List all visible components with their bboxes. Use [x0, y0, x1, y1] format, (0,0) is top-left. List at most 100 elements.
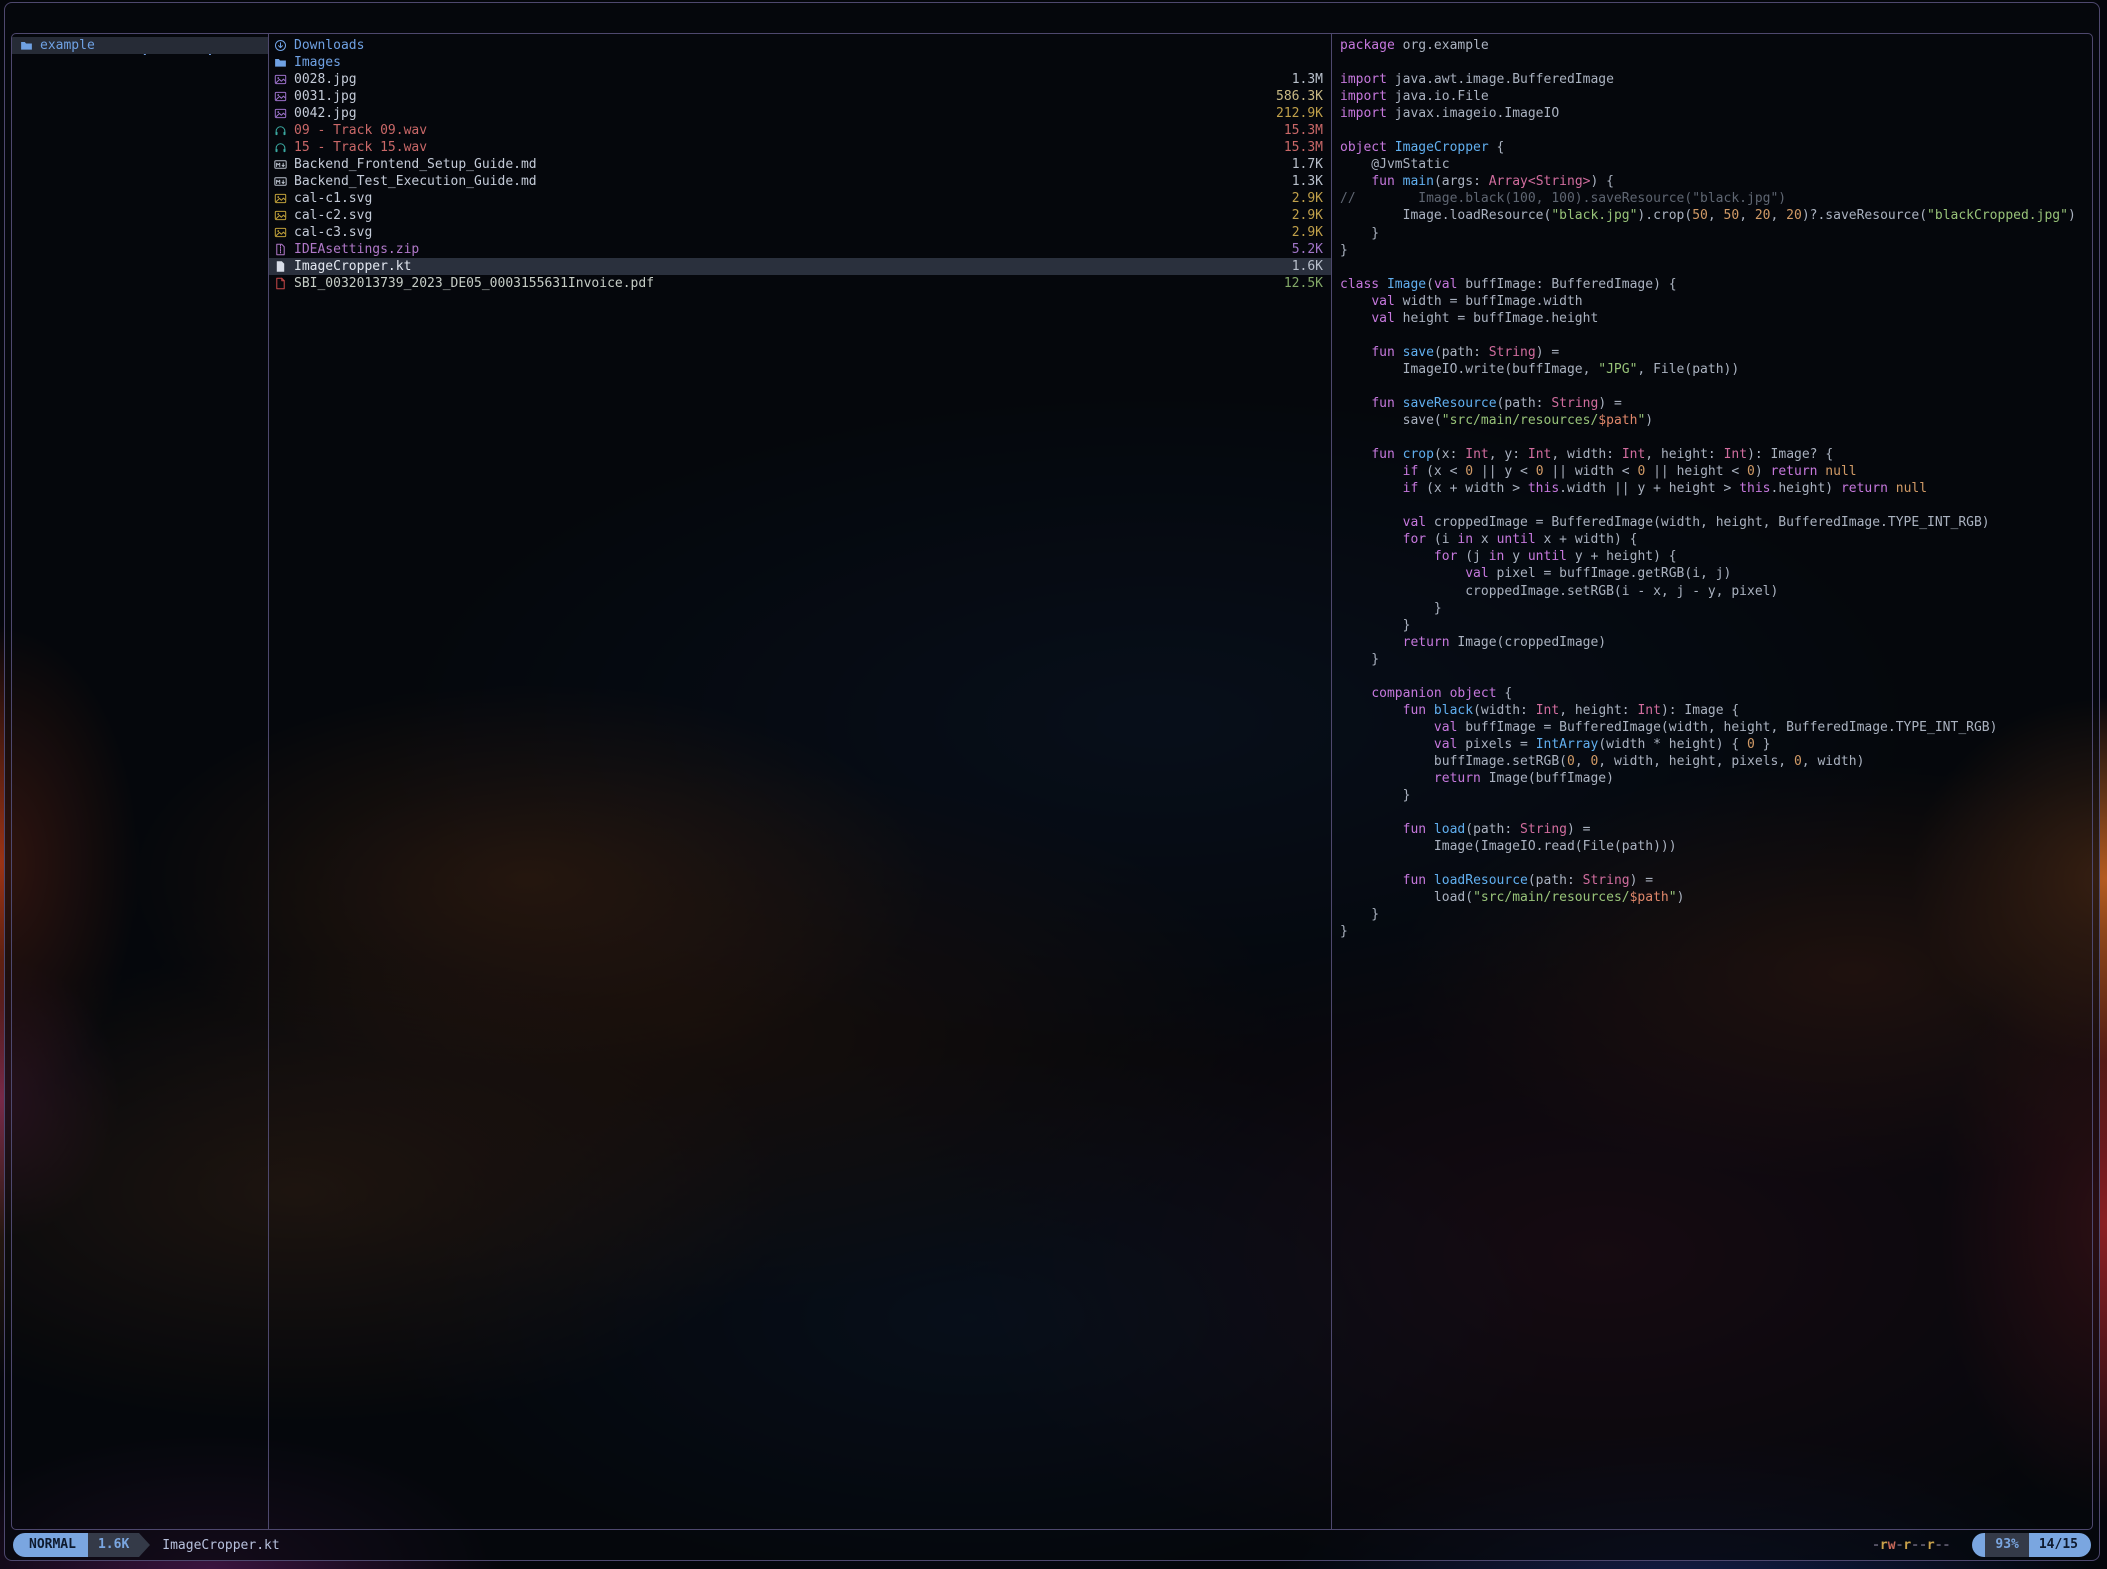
file-row[interactable]: Backend_Test_Execution_Guide.md1.3K [269, 173, 1331, 190]
code-line: import java.awt.image.BufferedImage [1340, 71, 2084, 88]
file-row[interactable]: 0028.jpg1.3M [269, 71, 1331, 88]
file-name: Backend_Test_Execution_Guide.md [294, 174, 537, 189]
file-size-badge: 1.6K [88, 1533, 139, 1557]
file-row[interactable]: Images [269, 54, 1331, 71]
code-line: val pixels = IntArray(width * height) { … [1340, 736, 2084, 753]
code-line: // Image.black(100, 100).saveResource("b… [1340, 190, 2084, 207]
file-size: 586.3K [1264, 89, 1323, 104]
file-name: Images [294, 55, 341, 70]
file-row[interactable]: 15 - Track 15.wav 15.3M [269, 139, 1331, 156]
code-line: } [1340, 906, 2084, 923]
image-icon [274, 90, 288, 104]
headphones-icon [274, 124, 288, 138]
code-line: if (x < 0 || y < 0 || width < 0 || heigh… [1340, 463, 2084, 480]
code-line: } [1340, 225, 2084, 242]
image-icon [274, 73, 288, 87]
code-line: Image(ImageIO.read(File(path))) [1340, 838, 2084, 855]
code-line [1340, 855, 2084, 872]
file-name: 0028.jpg [294, 72, 357, 87]
code-line: save("src/main/resources/$path") [1340, 412, 2084, 429]
file-name: example [40, 38, 95, 53]
file-row[interactable]: cal-c3.svg 2.9K [269, 224, 1331, 241]
scroll-percent: 93% [1985, 1533, 2028, 1557]
code-line: val pixel = buffImage.getRGB(i, j) [1340, 565, 2084, 582]
code-line: for (j in y until y + height) { [1340, 548, 2084, 565]
mode-badge: NORMAL [13, 1533, 88, 1557]
file-name: cal-c2.svg [294, 208, 372, 223]
code-line: import java.io.File [1340, 88, 2084, 105]
file-size: 2.9K [1280, 225, 1323, 240]
code-line: buffImage.setRGB(0, 0, width, height, pi… [1340, 753, 2084, 770]
code-line: return Image(croppedImage) [1340, 634, 2084, 651]
code-line: } [1340, 617, 2084, 634]
file-row[interactable]: 0042.jpg212.9K [269, 105, 1331, 122]
header-bar: ~/Data/example/example [5, 3, 2099, 33]
file-name: 09 - Track 09.wav [294, 123, 427, 138]
file-name: IDEAsettings.zip [294, 242, 419, 257]
code-line: } [1340, 242, 2084, 259]
code-line: if (x + width > this.width || y + height… [1340, 480, 2084, 497]
file-row[interactable]: Downloads [269, 37, 1331, 54]
code-line: import javax.imageio.ImageIO [1340, 105, 2084, 122]
image-icon [274, 107, 288, 121]
file-size: 5.2K [1280, 242, 1323, 257]
code-line: fun load(path: String) = [1340, 821, 2084, 838]
file-name: 15 - Track 15.wav [294, 140, 427, 155]
file-row[interactable]: cal-c1.svg2.9K [269, 190, 1331, 207]
current-pane: Downloads Images0028.jpg1.3M0031.jpg586.3… [269, 34, 1332, 1529]
file-name: cal-c1.svg [294, 191, 372, 206]
code-line: package org.example [1340, 37, 2084, 54]
code-line: val width = buffImage.width [1340, 293, 2084, 310]
code-line [1340, 429, 2084, 446]
file-row[interactable]: cal-c2.svg 2.9K [269, 207, 1331, 224]
file-name: Backend_Frontend_Setup_Guide.md [294, 157, 537, 172]
code-line: return Image(buffImage) [1340, 770, 2084, 787]
code-line [1340, 668, 2084, 685]
parent-pane: example [12, 34, 269, 1529]
powerline-cap-icon [1972, 1533, 1985, 1557]
file-row[interactable]: SBI_0032013739_2023_DE05_0003155631Invoi… [269, 275, 1331, 292]
file-name: cal-c3.svg [294, 225, 372, 240]
file-size: 15.3M [1272, 123, 1323, 138]
code-line [1340, 497, 2084, 514]
file-size: 15.3M [1272, 140, 1323, 155]
code-line: fun black(width: Int, height: Int): Imag… [1340, 702, 2084, 719]
cursor-position: 14/15 [2029, 1533, 2091, 1557]
code-line: fun main(args: Array<String>) { [1340, 173, 2084, 190]
terminal-window: ~/Data/example/example example Downloads… [4, 2, 2100, 1561]
image-icon [274, 209, 288, 223]
code-line: } [1340, 600, 2084, 617]
code-line [1340, 804, 2084, 821]
file-size: 212.9K [1264, 106, 1323, 121]
file-name: Downloads [294, 38, 364, 53]
file-size: 1.7K [1280, 157, 1323, 172]
code-line [1340, 259, 2084, 276]
file-row[interactable]: example [12, 37, 268, 54]
file-icon [274, 260, 288, 274]
file-permissions: -rw-r--r-- [1872, 1538, 1950, 1553]
preview-pane: package org.example import java.awt.imag… [1332, 34, 2092, 1529]
file-row[interactable]: IDEAsettings.zip 5.2K [269, 241, 1331, 258]
file-row[interactable]: Backend_Frontend_Setup_Guide.md 1.7K [269, 156, 1331, 173]
status-left: NORMAL 1.6K ImageCropper.kt [13, 1533, 280, 1557]
code-line: val buffImage = BufferedImage(width, hei… [1340, 719, 2084, 736]
code-line [1340, 122, 2084, 139]
file-name: SBI_0032013739_2023_DE05_0003155631Invoi… [294, 276, 654, 291]
file-row[interactable]: 0031.jpg586.3K [269, 88, 1331, 105]
file-size: 2.9K [1280, 208, 1323, 223]
code-line: } [1340, 651, 2084, 668]
file-row[interactable]: ImageCropper.kt 1.6K [269, 258, 1331, 275]
status-right: -rw-r--r-- 93% 14/15 [1872, 1533, 2091, 1557]
powerline-arrow-icon [139, 1533, 150, 1557]
file-name: ImageCropper.kt [294, 259, 411, 274]
image-icon [274, 226, 288, 240]
code-line: } [1340, 787, 2084, 804]
code-line: } [1340, 923, 2084, 940]
code-line: for (i in x until x + width) { [1340, 531, 2084, 548]
pdf-icon [274, 277, 288, 291]
file-row[interactable]: 09 - Track 09.wav 15.3M [269, 122, 1331, 139]
zip-icon [274, 243, 288, 257]
code-line [1340, 327, 2084, 344]
code-line: load("src/main/resources/$path") [1340, 889, 2084, 906]
file-size: 1.6K [1280, 259, 1323, 274]
